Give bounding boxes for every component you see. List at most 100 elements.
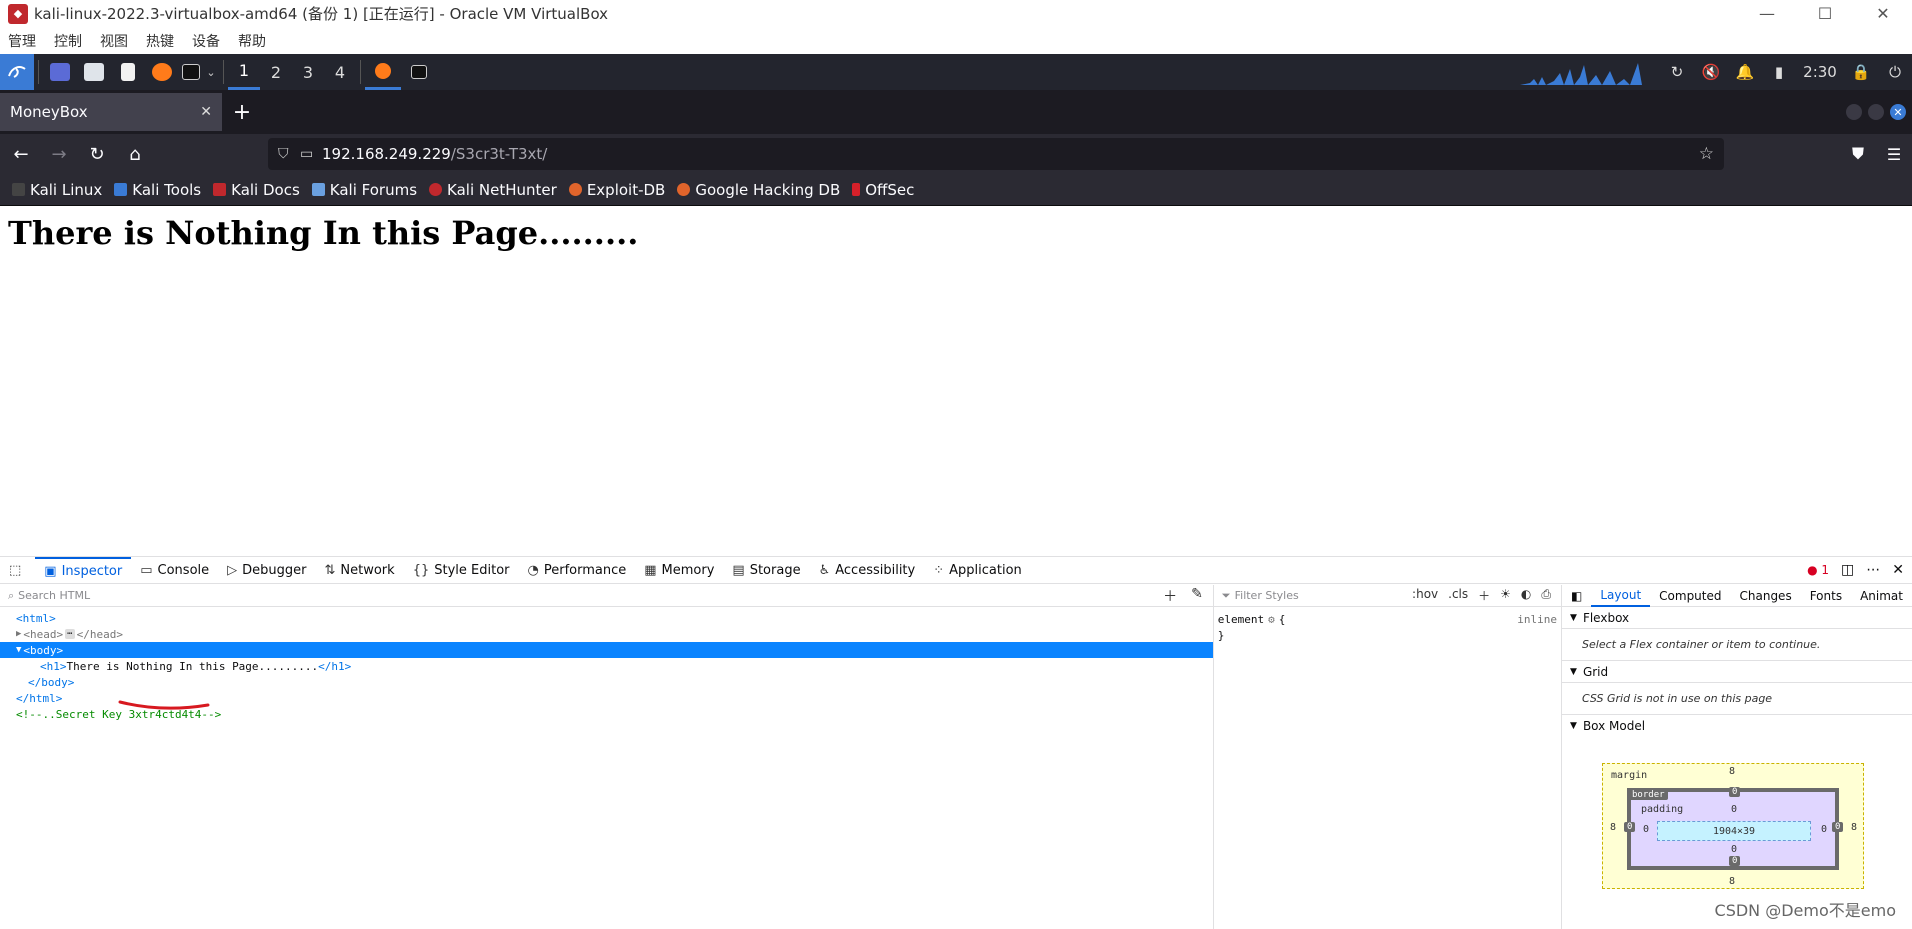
tab-network[interactable]: ⇅ Network bbox=[316, 557, 404, 584]
tree-node-body[interactable]: ▼ <body> bbox=[0, 642, 1213, 658]
padding-top[interactable]: 0 bbox=[1731, 804, 1737, 815]
box-model-section-header[interactable]: ▼ Box Model bbox=[1562, 715, 1912, 737]
refresh-icon[interactable]: ↻ bbox=[1660, 63, 1694, 81]
more-options-icon[interactable]: ⋯ bbox=[1866, 562, 1880, 578]
tree-node-body-close[interactable]: </body> bbox=[0, 674, 1213, 690]
pocket-icon[interactable]: ⛊ bbox=[1840, 144, 1876, 164]
border-left[interactable]: 0 bbox=[1624, 822, 1636, 832]
taskbar-terminal-icon[interactable] bbox=[401, 54, 437, 90]
mute-icon[interactable]: 🔇 bbox=[1694, 63, 1728, 81]
tab-computed[interactable]: Computed bbox=[1650, 589, 1730, 603]
taskbar-firefox-icon[interactable] bbox=[365, 54, 401, 90]
border-right[interactable]: 0 bbox=[1832, 822, 1844, 832]
terminal-icon[interactable] bbox=[179, 54, 203, 90]
url-bar[interactable]: ⛉ ▭ 192.168.249.229 /S3cr3t-T3xt/ ☆ bbox=[268, 138, 1724, 170]
light-scheme-icon[interactable]: ☀ bbox=[1500, 587, 1511, 604]
clock[interactable]: 2:30 bbox=[1796, 63, 1844, 81]
reload-icon[interactable]: ↻ bbox=[80, 137, 114, 171]
bookmark-kali-forums[interactable]: Kali Forums bbox=[311, 181, 417, 199]
bell-icon[interactable]: 🔔 bbox=[1728, 63, 1762, 81]
tab-layout[interactable]: Layout bbox=[1591, 585, 1651, 607]
gear-icon[interactable]: ⚙ bbox=[1268, 613, 1275, 626]
error-count-badge[interactable]: ● 1 bbox=[1807, 563, 1829, 577]
close-devtools-icon[interactable]: ✕ bbox=[1892, 562, 1904, 578]
workspace-3[interactable]: 3 bbox=[292, 54, 324, 90]
flexbox-section-header[interactable]: ▼ Flexbox bbox=[1562, 607, 1912, 629]
border-top[interactable]: 0 bbox=[1729, 787, 1741, 797]
text-editor-icon[interactable] bbox=[111, 54, 145, 90]
menu-hotkeys[interactable]: 热键 bbox=[146, 31, 184, 51]
bookmark-google-hacking-db[interactable]: Google Hacking DB bbox=[677, 181, 840, 199]
menu-view[interactable]: 视图 bbox=[100, 31, 138, 51]
add-node-icon[interactable]: ＋ bbox=[1163, 586, 1177, 606]
tab-console[interactable]: ▭ Console bbox=[131, 557, 218, 584]
padding-left[interactable]: 0 bbox=[1643, 824, 1649, 835]
element-picker-icon[interactable]: ⬚ bbox=[0, 557, 35, 584]
maximize-window-icon[interactable] bbox=[1868, 104, 1884, 120]
hov-toggle[interactable]: :hov bbox=[1412, 587, 1438, 604]
menu-devices[interactable]: 设备 bbox=[192, 31, 230, 51]
bookmark-kali-tools[interactable]: Kali Tools bbox=[114, 181, 201, 199]
dock-icon[interactable]: ◫ bbox=[1841, 562, 1854, 578]
browser-tab[interactable]: MoneyBox ✕ bbox=[0, 93, 222, 131]
tab-fonts[interactable]: Fonts bbox=[1801, 589, 1851, 603]
tab-changes[interactable]: Changes bbox=[1731, 589, 1801, 603]
tab-memory[interactable]: ▦ Memory bbox=[635, 557, 723, 584]
menu-control[interactable]: 控制 bbox=[54, 31, 92, 51]
tab-performance[interactable]: ◔ Performance bbox=[519, 557, 636, 584]
print-icon[interactable]: ⎙ bbox=[1541, 587, 1551, 604]
ellipsis-badge[interactable]: ⋯ bbox=[65, 629, 75, 639]
search-html-input[interactable]: Search HTML bbox=[18, 589, 90, 602]
content-box[interactable]: 1904×39 bbox=[1657, 821, 1812, 841]
cls-toggle[interactable]: .cls bbox=[1448, 587, 1468, 604]
tab-accessibility[interactable]: ♿ Accessibility bbox=[810, 557, 925, 584]
new-tab-button[interactable]: + bbox=[222, 93, 262, 131]
tree-node-html[interactable]: <html> bbox=[0, 610, 1213, 626]
eyedropper-icon[interactable]: ✎ bbox=[1191, 586, 1203, 606]
padding-bottom[interactable]: 0 bbox=[1731, 844, 1737, 855]
grid-section-header[interactable]: ▼ Grid bbox=[1562, 661, 1912, 683]
close-window-icon[interactable]: ✕ bbox=[1890, 104, 1906, 120]
tree-node-head[interactable]: ▶ <head> ⋯ </head> bbox=[0, 626, 1213, 642]
workspace-4[interactable]: 4 bbox=[324, 54, 356, 90]
kali-menu-icon[interactable] bbox=[0, 54, 34, 90]
tab-application[interactable]: ⁘ Application bbox=[924, 557, 1031, 584]
shield-icon[interactable]: ⛉ bbox=[278, 146, 300, 162]
workspace-2[interactable]: 2 bbox=[260, 54, 292, 90]
dark-scheme-icon[interactable]: ◐ bbox=[1521, 587, 1531, 604]
margin-left[interactable]: 8 bbox=[1610, 822, 1616, 833]
menu-manage[interactable]: 管理 bbox=[8, 31, 46, 51]
back-icon[interactable]: ← bbox=[4, 137, 38, 171]
tab-animations[interactable]: Animat bbox=[1851, 589, 1912, 603]
element-rule[interactable]: element ⚙ { inline bbox=[1218, 611, 1557, 627]
desktop-icon[interactable] bbox=[43, 54, 77, 90]
collapse-arrow-icon[interactable]: ▼ bbox=[16, 645, 21, 655]
file-manager-icon[interactable] bbox=[77, 54, 111, 90]
bookmark-star-icon[interactable]: ☆ bbox=[1699, 144, 1714, 164]
page-info-icon[interactable]: ▭ bbox=[300, 146, 322, 162]
margin-bottom[interactable]: 8 bbox=[1729, 876, 1735, 887]
border-bottom[interactable]: 0 bbox=[1729, 856, 1741, 866]
close-tab-icon[interactable]: ✕ bbox=[200, 104, 212, 120]
minimize-button[interactable]: — bbox=[1738, 0, 1796, 27]
power-icon[interactable]: ⏻ bbox=[1878, 63, 1912, 81]
tab-inspector[interactable]: ▣ Inspector bbox=[35, 556, 132, 584]
hamburger-menu-icon[interactable]: ☰ bbox=[1876, 145, 1912, 164]
lock-icon[interactable]: 🔒 bbox=[1844, 63, 1878, 81]
firefox-launcher-icon[interactable] bbox=[145, 54, 179, 90]
add-rule-icon[interactable]: ＋ bbox=[1478, 587, 1490, 604]
close-button[interactable]: ✕ bbox=[1854, 0, 1912, 27]
margin-top[interactable]: 8 bbox=[1729, 766, 1735, 777]
menu-help[interactable]: 帮助 bbox=[238, 31, 276, 51]
tab-debugger[interactable]: ▷ Debugger bbox=[218, 557, 315, 584]
expand-arrow-icon[interactable]: ▶ bbox=[16, 629, 21, 639]
home-icon[interactable]: ⌂ bbox=[118, 137, 152, 171]
minimize-window-icon[interactable] bbox=[1846, 104, 1862, 120]
tree-node-h1[interactable]: <h1> There is Nothing In this Page.......… bbox=[0, 658, 1213, 674]
margin-right[interactable]: 8 bbox=[1851, 822, 1857, 833]
bookmark-offsec[interactable]: OffSec bbox=[852, 181, 914, 199]
battery-icon[interactable]: ▮ bbox=[1762, 63, 1796, 81]
maximize-button[interactable]: ☐ bbox=[1796, 0, 1854, 27]
bookmark-kali-linux[interactable]: Kali Linux bbox=[12, 181, 102, 199]
sidebar-toggle-icon[interactable]: ◧ bbox=[1562, 589, 1591, 603]
